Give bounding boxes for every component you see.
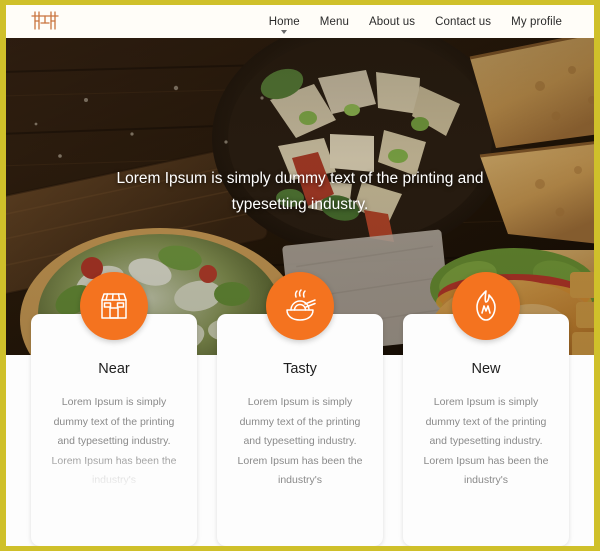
storefront-icon — [80, 272, 148, 340]
feature-card-body: Lorem Ipsum is simply dummy text of the … — [423, 396, 549, 486]
nav-item-label: About us — [368, 15, 416, 28]
nav-item-label: Menu — [319, 15, 349, 28]
nav-links: Home Menu About us Contact us My profile — [268, 15, 576, 34]
nav-item-my-profile[interactable]: My profile — [511, 16, 562, 28]
nav-item-home[interactable]: Home — [268, 15, 300, 34]
flame-icon — [452, 272, 520, 340]
nav-item-label: Home — [268, 15, 300, 28]
hero-headline: Lorem Ipsum is simply dummy text of the … — [116, 170, 484, 213]
restaurant-table-chairs-icon[interactable] — [28, 9, 62, 35]
nav-item-about-us[interactable]: About us — [369, 16, 415, 28]
feature-card-title: Tasty — [283, 361, 317, 377]
nav-item-label: My profile — [511, 15, 562, 28]
chevron-down-icon — [281, 29, 288, 34]
feature-card-title: Near — [98, 361, 130, 377]
navbar: Home Menu About us Contact us My profile — [6, 5, 594, 38]
feature-card-body: Lorem Ipsum is simply dummy text of the … — [237, 396, 363, 486]
feature-card-near[interactable]: Near Lorem Ipsum is simply dummy text of… — [31, 272, 197, 546]
nav-item-menu[interactable]: Menu — [320, 16, 349, 28]
feature-card-body: Lorem Ipsum is simply dummy text of the … — [51, 396, 177, 486]
nav-item-label: Contact us — [435, 15, 492, 28]
page-frame: Home Menu About us Contact us My profile — [0, 0, 600, 551]
feature-card-new[interactable]: New Lorem Ipsum is simply dummy text of … — [403, 272, 569, 546]
feature-cards: Near Lorem Ipsum is simply dummy text of… — [6, 272, 594, 546]
nav-item-contact-us[interactable]: Contact us — [435, 16, 491, 28]
feature-card-title: New — [471, 361, 501, 377]
feature-card-tasty[interactable]: Tasty Lorem Ipsum is simply dummy text o… — [217, 272, 383, 546]
noodle-bowl-icon — [266, 272, 334, 340]
